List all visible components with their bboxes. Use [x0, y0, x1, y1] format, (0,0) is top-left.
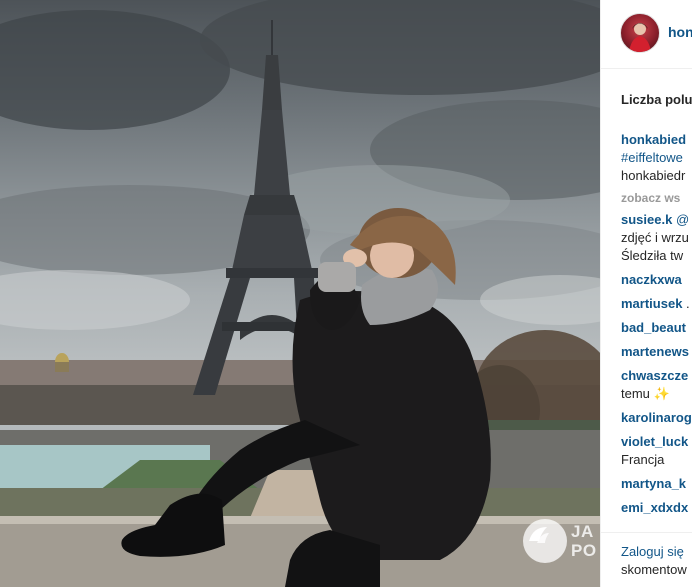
- post-header: hon: [601, 0, 692, 69]
- comment-text: .: [682, 296, 690, 311]
- comment-username[interactable]: martiusek: [621, 296, 682, 311]
- comment-text: Śledziła tw: [621, 248, 684, 263]
- watermark-icon: [523, 519, 567, 563]
- comment-line: chwaszcze: [621, 367, 692, 385]
- comment-username[interactable]: emi_xdxdx: [621, 500, 688, 515]
- likes-count[interactable]: Liczba polu: [621, 92, 692, 107]
- photo-illustration: [0, 0, 600, 587]
- comment-line: violet_luck: [621, 433, 692, 451]
- comment-username[interactable]: chwaszcze: [621, 368, 688, 383]
- comment-line: Francja: [621, 451, 692, 469]
- comment-username[interactable]: naczkxwa: [621, 272, 682, 287]
- comment-text: Francja: [621, 452, 665, 467]
- comment-line: karolinarog: [621, 409, 692, 427]
- watermark-text: JA PO: [571, 522, 600, 560]
- comment-line: Śledziła tw: [621, 247, 692, 265]
- post-photo[interactable]: JA PO: [0, 0, 600, 587]
- view-all-comments-link[interactable]: zobacz ws: [621, 191, 680, 205]
- comment-line: zdjęć i wrzu: [621, 229, 692, 247]
- caption-text: honkabiedr: [621, 167, 692, 185]
- comment-username[interactable]: bad_beaut: [621, 320, 686, 335]
- comment-username[interactable]: martyna_k: [621, 476, 686, 491]
- comment-text: temu ✨: [621, 386, 670, 401]
- view-all-comments[interactable]: zobacz ws: [621, 189, 692, 207]
- login-prompt-text: skomentow: [621, 562, 687, 577]
- avatar-image: [629, 23, 651, 52]
- post-side-panel: hon Liczba polu honkabied #eiffeltowe ho…: [600, 0, 692, 587]
- comment-list: honkabied #eiffeltowe honkabiedr zobacz …: [621, 131, 692, 517]
- hashtag-link[interactable]: #eiffeltowe: [621, 150, 683, 165]
- comment-text: @: [672, 212, 690, 227]
- watermark-logo: JA PO: [523, 519, 600, 563]
- comment-line: susiee.k @: [621, 211, 692, 229]
- comment-line: honkabied: [621, 131, 692, 149]
- comment-line: temu ✨: [621, 385, 692, 403]
- comment-username[interactable]: martenews: [621, 344, 689, 359]
- comment-line: emi_xdxdx: [621, 499, 692, 517]
- caption-hashtag[interactable]: #eiffeltowe: [621, 149, 692, 167]
- caption-text-span: honkabiedr: [621, 168, 686, 183]
- comment-username[interactable]: susiee.k: [621, 212, 672, 227]
- comment-username[interactable]: honkabied: [621, 132, 686, 147]
- comment-username[interactable]: karolinarog: [621, 410, 692, 425]
- comment-username[interactable]: violet_luck: [621, 434, 688, 449]
- comment-line: naczkxwa: [621, 271, 692, 289]
- login-link[interactable]: Zaloguj się: [621, 544, 684, 559]
- avatar[interactable]: [620, 13, 660, 53]
- instagram-post-view: JA PO hon Liczba polu honkabied #eiffelt…: [0, 0, 692, 587]
- comment-line: martenews: [621, 343, 692, 361]
- comment-line: martyna_k: [621, 475, 692, 493]
- watermark-line1: JA: [571, 522, 594, 541]
- comment-line: martiusek .: [621, 295, 692, 313]
- comment-line: bad_beaut: [621, 319, 692, 337]
- login-prompt: Zaloguj się skomentow: [601, 532, 692, 587]
- comment-text: zdjęć i wrzu: [621, 230, 689, 245]
- username-link[interactable]: hon: [668, 24, 692, 40]
- watermark-line2: PO: [571, 541, 597, 560]
